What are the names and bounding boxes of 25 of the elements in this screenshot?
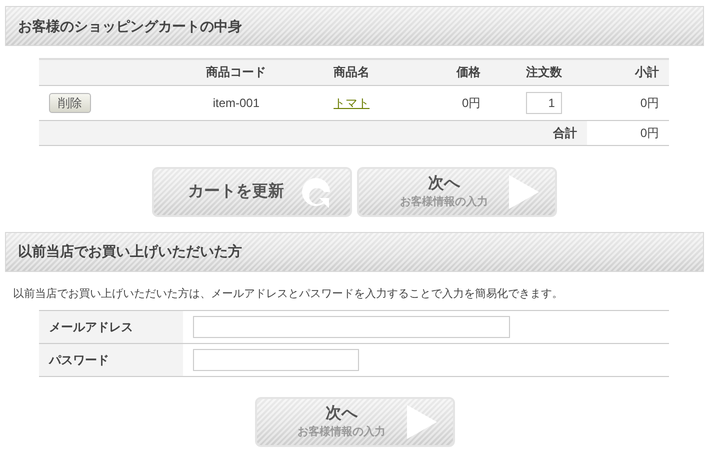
table-cell: item-001 [212,96,260,110]
delete-button[interactable]: 削除 [49,92,91,112]
quantity-field[interactable]: 1 [526,92,562,114]
product-link[interactable]: トマト [334,96,370,110]
description-text: 以前当店でお買い上げいただいた方は、メールアドレスとパスワードを入力することで入力を簡易化できます。 [13,286,564,302]
table-cell: 0円 [462,96,481,110]
column-header: 商品コード [206,65,266,80]
column-header: 商品名 [334,65,370,80]
password-field[interactable] [193,349,359,371]
email-field[interactable] [193,316,510,338]
total-value: 0円 [640,126,659,140]
next-button[interactable]: 次へ お客様情報の入力 [254,397,454,447]
field-label: パスワード [49,353,109,367]
total-label: 合計 [553,126,578,140]
table-cell: 0円 [640,96,659,110]
section-title: お客様のショッピングカートの中身 [18,16,242,36]
play-arrow-icon [406,405,436,439]
column-header: 小計 [635,65,659,80]
field-label: メールアドレス [49,320,133,334]
section-title: 以前当店でお買い上げいただいた方 [18,242,242,261]
column-header: 注文数 [526,65,562,80]
play-arrow-icon [509,174,539,208]
column-header: 価格 [456,65,481,80]
update-cart-button[interactable]: カートを更新 [152,166,352,216]
next-button[interactable]: 次へ お客様情報の入力 [357,166,557,216]
